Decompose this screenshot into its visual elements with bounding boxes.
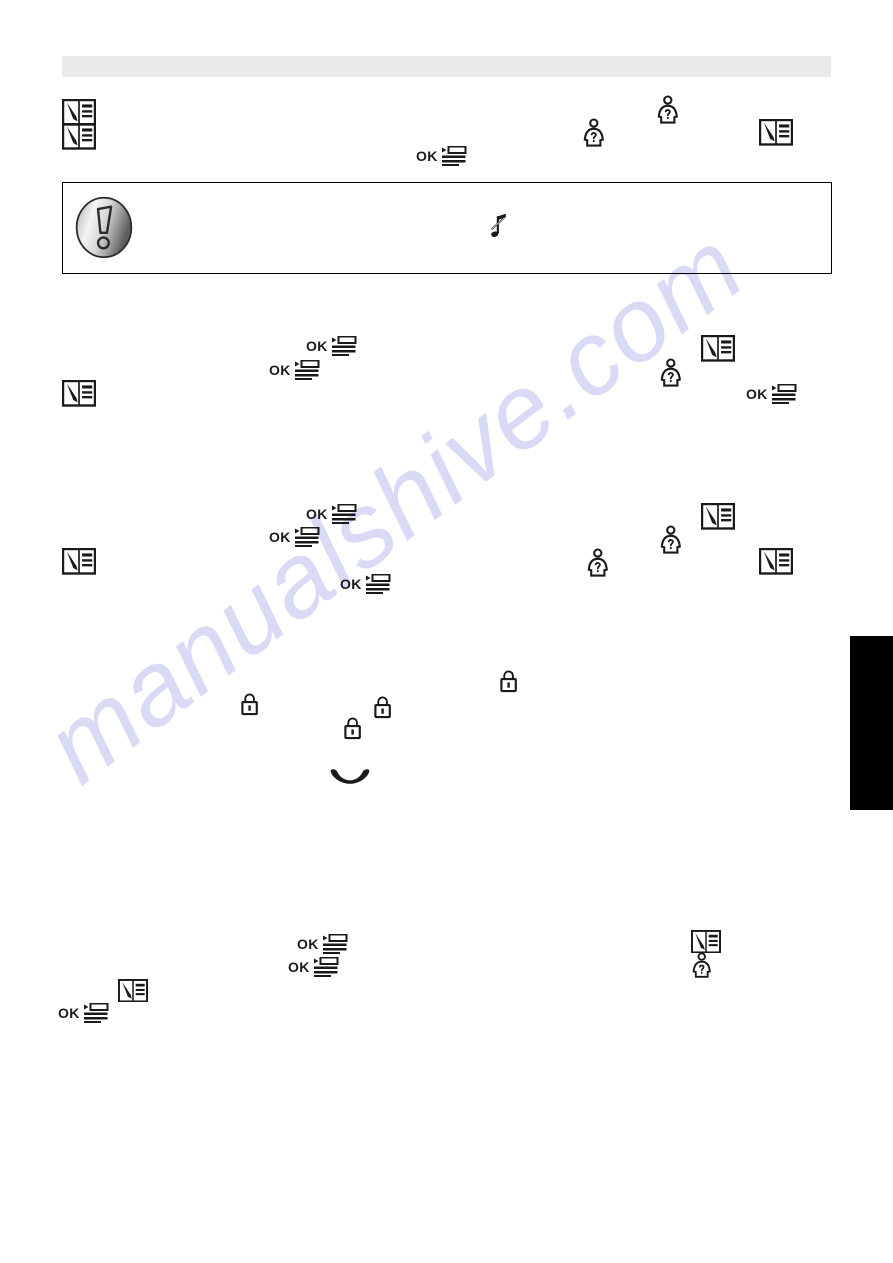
chapter-edge-tab (850, 636, 893, 810)
ok-menu-button: OK (416, 145, 468, 166)
mute-music-note-icon (489, 212, 510, 242)
ok-menu-button: OK (269, 526, 321, 547)
menu-list-icon (294, 526, 321, 547)
keypad-lock-icon (343, 716, 362, 740)
phonebook-edit-icon (62, 123, 96, 150)
ok-menu-button: OK (58, 1002, 110, 1023)
section-header-band (62, 56, 831, 77)
keypad-lock-icon (373, 695, 392, 719)
anonymous-caller-icon (657, 95, 679, 125)
menu-list-icon (322, 933, 349, 954)
phonebook-edit-icon (759, 548, 793, 575)
anonymous-caller-icon (583, 118, 605, 148)
hangup-handset-icon (329, 767, 371, 785)
ok-menu-button: OK (340, 573, 392, 594)
phonebook-edit-icon (759, 119, 793, 146)
phonebook-edit-icon (701, 503, 735, 530)
ok-menu-button: OK (746, 383, 798, 404)
anonymous-caller-icon (587, 548, 609, 578)
phonebook-edit-icon (62, 99, 96, 126)
menu-list-icon (313, 956, 340, 977)
menu-list-icon (331, 503, 358, 524)
anonymous-caller-icon (660, 525, 682, 555)
phonebook-edit-icon (62, 380, 96, 407)
menu-list-icon (441, 145, 468, 166)
watermark-text: manualshive.com (24, 207, 765, 806)
phonebook-edit-icon (62, 548, 96, 575)
ok-label: OK (340, 576, 362, 592)
ok-menu-button: OK (306, 503, 358, 524)
phonebook-edit-icon (118, 979, 148, 1003)
ok-menu-button: OK (269, 359, 321, 380)
ok-label: OK (288, 959, 310, 975)
ok-label: OK (269, 362, 291, 378)
ok-label: OK (297, 936, 319, 952)
ok-menu-button: OK (306, 335, 358, 356)
ok-label: OK (58, 1005, 80, 1021)
ok-label: OK (306, 338, 328, 354)
menu-list-icon (771, 383, 798, 404)
ok-label: OK (269, 529, 291, 545)
phonebook-edit-icon (691, 930, 721, 954)
anonymous-caller-icon (660, 358, 682, 388)
menu-list-icon (83, 1002, 110, 1023)
keypad-lock-icon (499, 669, 518, 693)
ok-label: OK (416, 148, 438, 164)
exclamation-mark-circle-icon (74, 196, 134, 259)
ok-label: OK (306, 506, 328, 522)
phonebook-edit-icon (701, 335, 735, 362)
manual-page: manualshive.com OK OK OK OK OK OK OK OK … (0, 0, 893, 1263)
menu-list-icon (294, 359, 321, 380)
menu-list-icon (365, 573, 392, 594)
keypad-lock-icon (240, 692, 259, 716)
menu-list-icon (331, 335, 358, 356)
warning-notice-box (62, 182, 832, 274)
ok-menu-button: OK (297, 933, 349, 954)
anonymous-caller-icon (692, 952, 711, 979)
ok-label: OK (746, 386, 768, 402)
ok-menu-button: OK (288, 956, 340, 977)
